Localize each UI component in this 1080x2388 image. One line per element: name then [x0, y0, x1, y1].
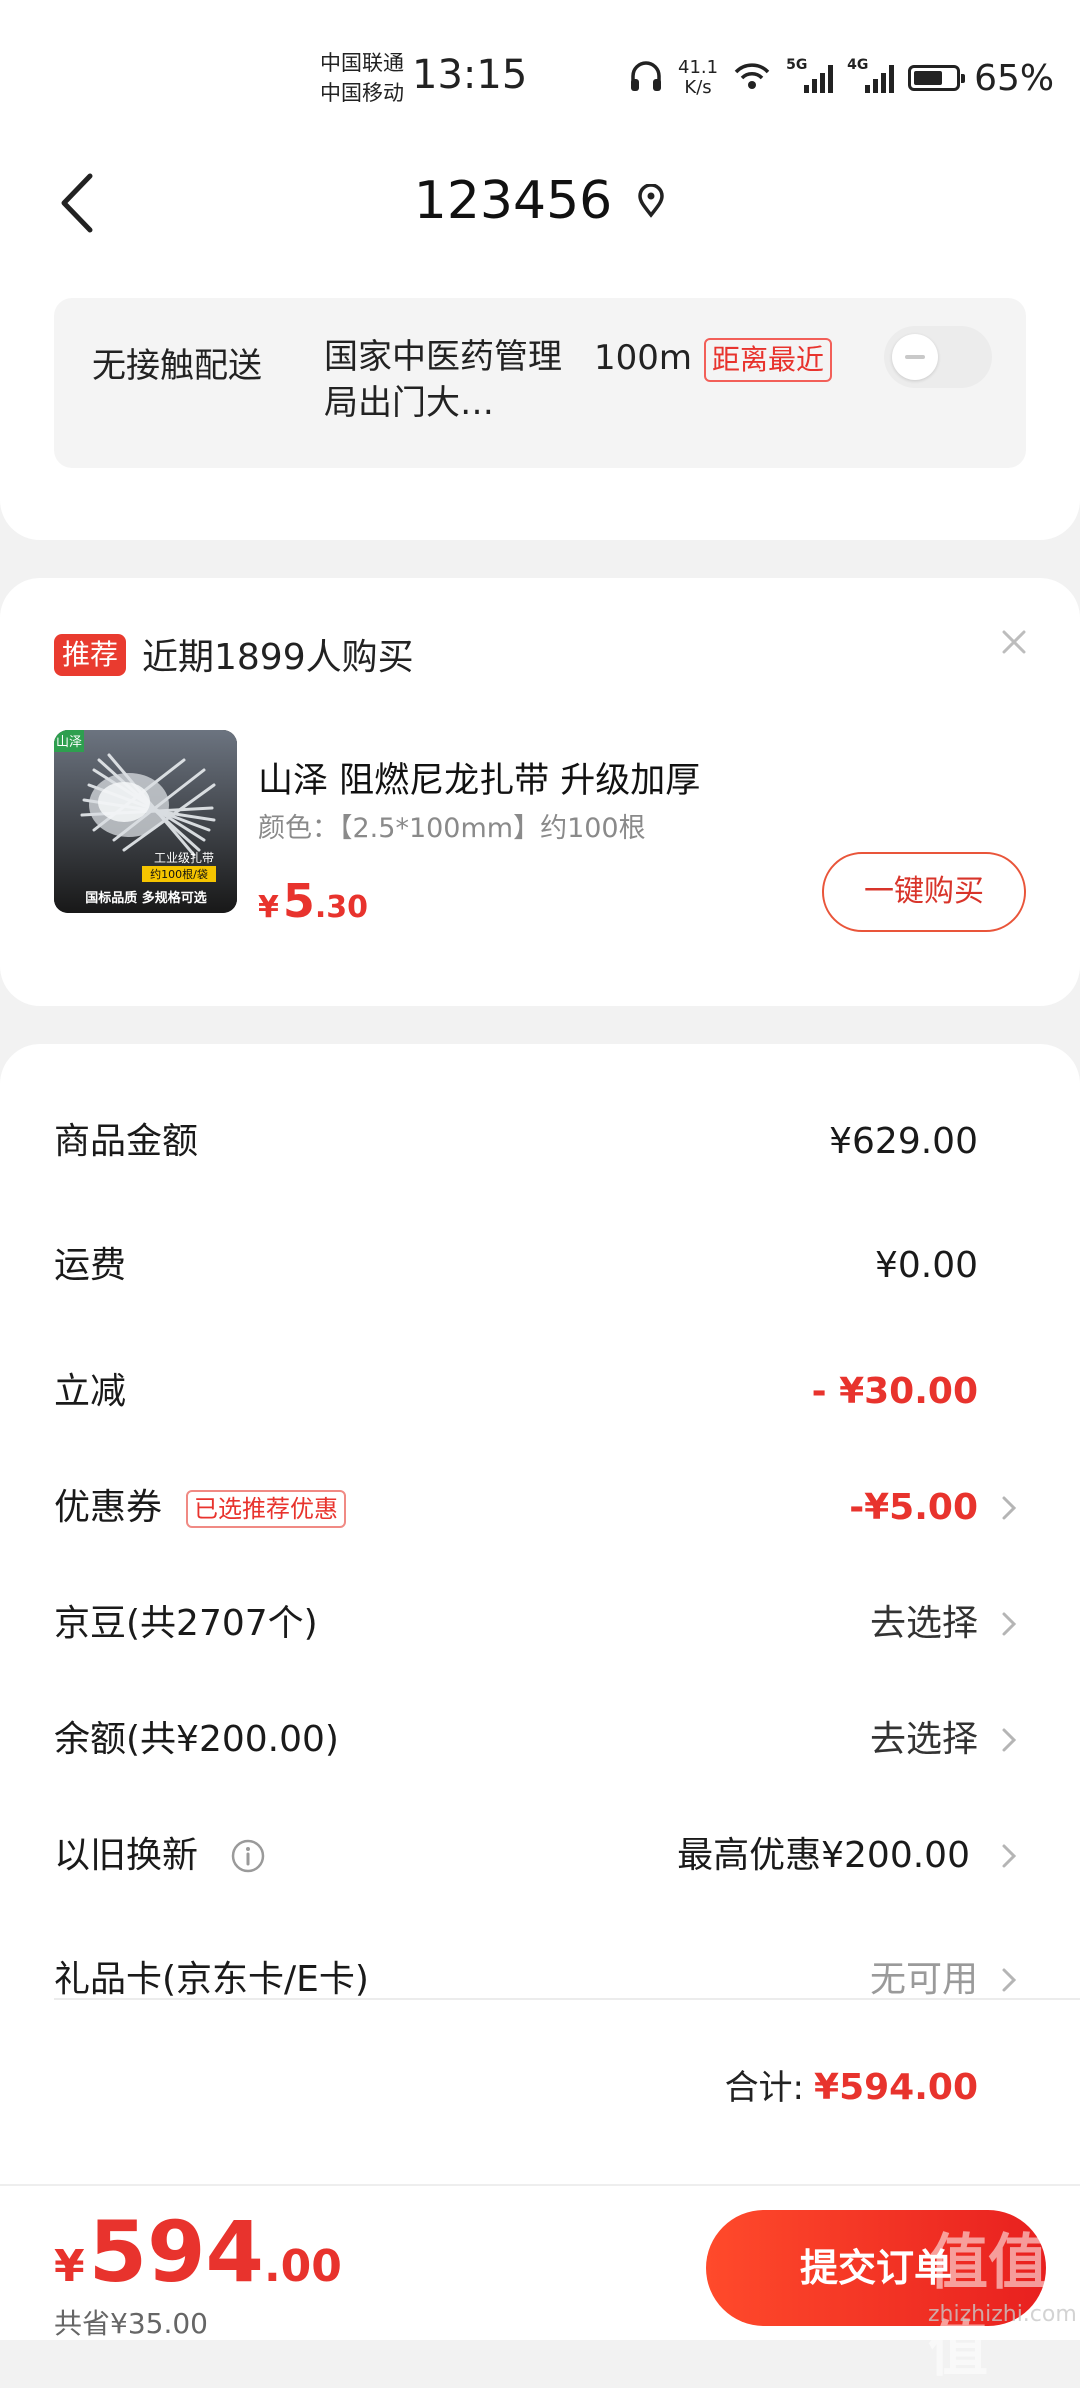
recommend-tag: 推荐	[54, 634, 127, 676]
price-currency: ¥	[258, 890, 279, 925]
recommendation-card: 推荐 近期1899人购买 山泽 工业级扎带 约100根/袋 国标品质 多规格可选…	[0, 578, 1080, 1006]
signal-5g-icon: 5G	[786, 57, 834, 93]
network-speed: 41.1 K/s	[678, 58, 718, 98]
gift-card-label: 礼品卡(京东卡/E卡)	[54, 1959, 369, 2000]
total-line: 合计: ¥594.00	[725, 2060, 978, 2109]
row-shipping: 运费 ¥0.00	[0, 1226, 1080, 1306]
status-bar: 中国联通 中国移动 13:15 41.1 K/s 5G 4G 65%	[0, 0, 1080, 150]
jd-beans-value: 去选择	[869, 1603, 978, 1644]
location-pin-icon[interactable]	[636, 184, 666, 218]
total-label: 合计:	[724, 2068, 805, 2108]
price-integer: 5	[282, 874, 315, 928]
chevron-right-icon	[1002, 1728, 1017, 1752]
summary-divider	[54, 1998, 1080, 2000]
carrier-2: 中国移动	[320, 81, 404, 105]
speed-value: 41.1	[678, 57, 719, 78]
balance-value: 去选择	[869, 1719, 978, 1760]
product-price: ¥ 5 .30	[258, 874, 368, 928]
payable-integer: 594	[88, 2203, 264, 2301]
coupon-value: -¥5.00	[849, 1487, 978, 1528]
row-trade-in[interactable]: 以旧换新 最高优惠¥200.00	[0, 1816, 1080, 1896]
payable-decimal: .00	[263, 2241, 342, 2292]
battery-percent: 65%	[974, 57, 1055, 99]
jd-beans-label: 京豆(共2707个)	[54, 1603, 318, 1644]
instant-discount-value: - ¥30.00	[811, 1371, 978, 1412]
saved-amount: 共省¥35.00	[54, 2307, 208, 2340]
one-click-buy-button[interactable]: 一键购买	[822, 852, 1026, 932]
payable-currency: ¥	[54, 2241, 85, 2292]
gift-card-value: 无可用	[869, 1959, 978, 2000]
row-gift-card[interactable]: 礼品卡(京东卡/E卡) 无可用	[0, 1940, 1080, 2020]
delivery-address: 国家中医药管理局出门大…	[324, 337, 562, 423]
delivery-label: 无接触配送	[92, 346, 262, 386]
close-icon[interactable]	[996, 624, 1032, 660]
contactless-toggle[interactable]	[884, 326, 992, 388]
chevron-right-icon	[1002, 1968, 1017, 1992]
shipping-value: ¥0.00	[874, 1245, 978, 1286]
chevron-right-icon	[1002, 1844, 1017, 1868]
row-jd-beans[interactable]: 京豆(共2707个) 去选择	[0, 1584, 1080, 1664]
coupon-label: 优惠券	[54, 1487, 163, 1528]
watermark-url: zhizhizhi.com	[928, 2302, 1077, 2327]
battery-icon	[908, 65, 966, 91]
back-button[interactable]	[54, 168, 104, 238]
product-title[interactable]: 山泽 阻燃尼龙扎带 升级加厚	[258, 752, 700, 803]
status-icons: 41.1 K/s 5G 4G 65%	[628, 54, 1054, 102]
total-value: ¥594.00	[814, 2067, 978, 2108]
watermark-logo: 值值值	[928, 2228, 1048, 2385]
speed-unit: K/s	[684, 77, 712, 98]
coupon-tag: 已选推荐优惠	[186, 1490, 346, 1528]
chevron-left-icon	[61, 173, 93, 233]
trade-in-label: 以旧换新	[54, 1835, 199, 1876]
shipping-label: 运费	[54, 1245, 127, 1286]
checkout-bar: ¥ 594 .00 共省¥35.00 提交订单	[0, 2184, 1080, 2340]
balance-label: 余额(共¥200.00)	[54, 1719, 339, 1760]
payable-price: ¥ 594 .00	[54, 2206, 342, 2298]
delivery-option-card[interactable]: 无接触配送 国家中医药管理局出门大… 100m 距离最近	[54, 298, 1026, 468]
nearest-badge: 距离最近	[704, 338, 833, 382]
wifi-icon	[732, 60, 772, 96]
image-brand: 山泽	[56, 735, 82, 750]
image-line3: 国标品质 多规格可选	[85, 890, 207, 906]
row-instant-discount: 立减 - ¥30.00	[0, 1352, 1080, 1432]
row-goods-amount: 商品金额 ¥629.00	[0, 1102, 1080, 1182]
page-title: 123456	[340, 166, 740, 236]
cable-ties-image: 山泽 工业级扎带 约100根/袋 国标品质 多规格可选	[54, 730, 237, 913]
recommend-text: 近期1899人购买	[142, 637, 414, 678]
net-type-1: 5G	[786, 57, 808, 73]
status-time: 13:15	[412, 52, 528, 98]
delivery-distance: 100m	[594, 338, 693, 378]
instant-discount-label: 立减	[54, 1371, 127, 1412]
image-line1: 工业级扎带	[154, 851, 214, 865]
goods-amount-value: ¥629.00	[829, 1121, 978, 1162]
toggle-knob	[892, 334, 938, 380]
product-image[interactable]: 山泽 工业级扎带 约100根/袋 国标品质 多规格可选	[54, 730, 237, 913]
price-decimal: .30	[314, 890, 369, 925]
net-type-2: 4G	[847, 57, 869, 73]
chevron-right-icon	[1002, 1612, 1017, 1636]
goods-amount-label: 商品金额	[54, 1121, 199, 1162]
product-spec: 颜色：【2.5*100mm】约100根	[258, 813, 646, 844]
row-coupon[interactable]: 优惠券 已选推荐优惠 -¥5.00	[0, 1468, 1080, 1548]
header-area: 中国联通 中国移动 13:15 41.1 K/s 5G 4G 65% 12345…	[0, 0, 1080, 540]
carrier-1: 中国联通	[320, 51, 404, 75]
image-line2: 约100根/袋	[150, 867, 208, 881]
row-balance[interactable]: 余额(共¥200.00) 去选择	[0, 1700, 1080, 1780]
carrier-names: 中国联通 中国移动	[320, 48, 404, 108]
signal-4g-icon: 4G	[847, 57, 895, 93]
info-icon[interactable]	[230, 1838, 266, 1874]
trade-in-value: 最高优惠¥200.00	[677, 1835, 970, 1876]
headphones-icon	[628, 58, 664, 98]
chevron-right-icon	[1002, 1496, 1017, 1520]
title-text: 123456	[413, 171, 613, 231]
